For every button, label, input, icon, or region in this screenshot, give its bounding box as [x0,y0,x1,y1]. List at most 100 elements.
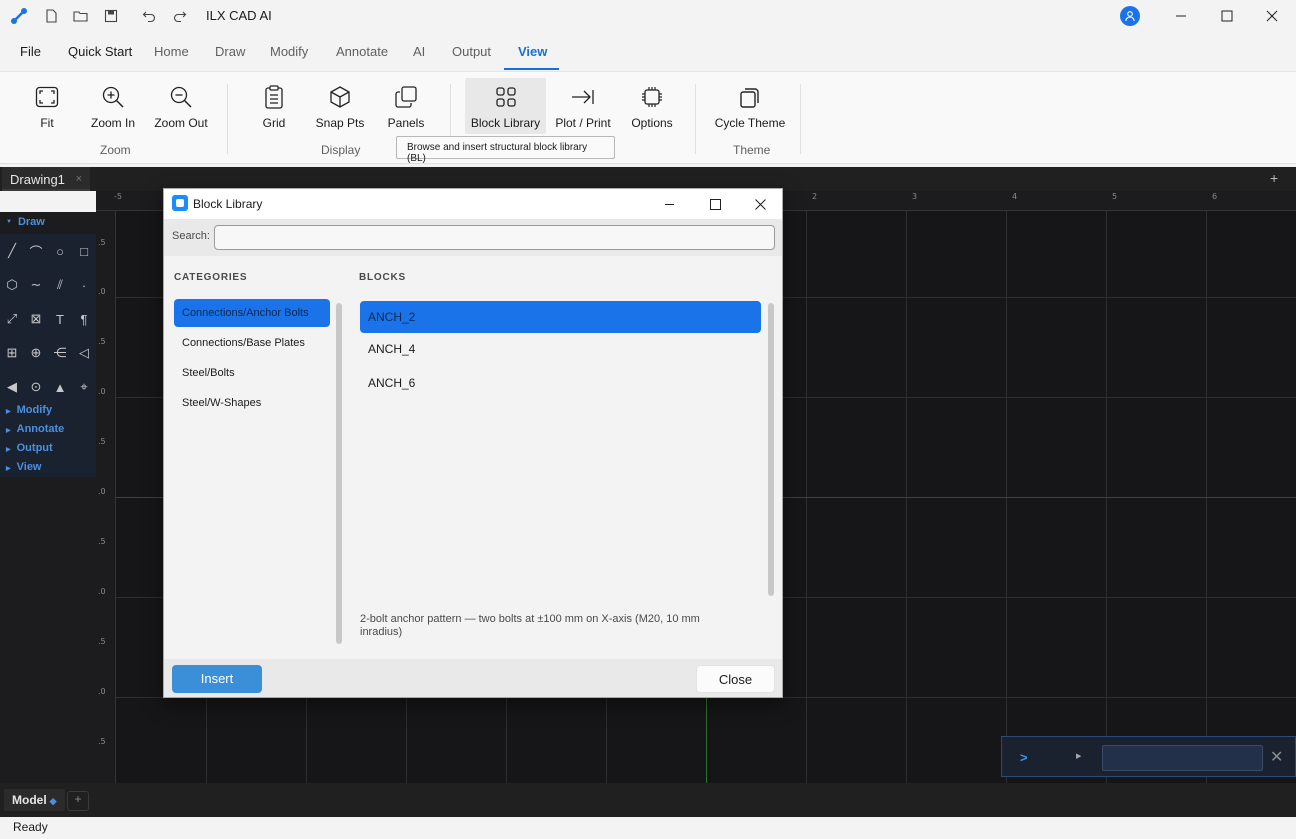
insert-button[interactable]: Insert [172,665,262,693]
status-bar: Ready [0,817,1296,839]
palette-section-draw[interactable]: ▼ Draw [6,216,45,228]
menu-annotate[interactable]: Annotate [336,44,388,59]
table-tool-icon[interactable]: ⊞ [0,336,24,370]
maximize-icon[interactable] [1210,4,1244,28]
save-icon[interactable] [101,6,121,26]
app-logo-icon [9,6,29,26]
ruler-tick-label: .5 [98,537,106,546]
search-input[interactable] [214,225,775,250]
undo-icon[interactable] [139,6,159,26]
command-input[interactable] [1102,745,1263,771]
fit-button[interactable]: Fit [26,78,68,134]
zoom-out-button[interactable]: Zoom Out [152,78,210,134]
boundary-tool-icon[interactable]: ⊠ [24,302,48,336]
palette-modify-label: Modify [16,404,53,416]
new-file-icon[interactable] [41,6,61,26]
polygon-tool-icon[interactable]: ⬡ [0,268,24,302]
target-tool-icon[interactable]: ⌖ [72,370,96,404]
circle-tool-icon[interactable]: ○ [48,234,72,268]
tab-drawing1-label: Drawing1 [10,172,65,187]
ruler-tick-label: .5 [98,337,106,346]
ribbon: Fit Zoom In Zoom Out Zoom Grid Snap Pts … [0,71,1296,164]
close-button[interactable]: Close [696,665,775,693]
ribbon-separator [695,84,696,154]
center-mark-tool-icon[interactable]: ⊕ [24,336,48,370]
tab-model[interactable]: Model ◆ [4,789,65,811]
category-item[interactable]: Connections/Base Plates [174,329,330,357]
dialog-maximize-icon[interactable] [700,192,730,216]
title-bar: ILX CAD AI [0,0,1296,32]
redo-icon[interactable] [170,6,190,26]
dialog-minimize-icon[interactable] [654,192,684,216]
theme-group-label: Theme [733,143,771,157]
grid-clipboard-icon [261,84,287,110]
menu-output[interactable]: Output [452,44,491,59]
command-prompt: > [1020,750,1028,765]
menu-file[interactable]: File [20,44,41,59]
snap-cube-icon [327,84,353,110]
blocks-header: BLOCKS [359,272,407,283]
solid-tool-icon[interactable]: ▲ [48,370,72,404]
ruler-tick-label: .5 [98,737,106,746]
blocks-scrollbar[interactable] [768,303,774,596]
line-tool-icon[interactable]: ╱ [0,234,24,268]
category-item[interactable]: Steel/W-Shapes [174,389,330,417]
menu-ai[interactable]: AI [413,44,425,59]
category-item[interactable]: Steel/Bolts [174,359,330,387]
options-button[interactable]: Options [629,78,675,134]
ribbon-separator [227,84,228,154]
donut-tool-icon[interactable]: ⊙ [24,370,48,404]
user-avatar-icon[interactable] [1120,6,1140,26]
command-close-icon[interactable]: ✕ [1270,747,1283,767]
category-scrollbar[interactable] [336,303,342,644]
menu-home[interactable]: Home [154,44,189,59]
palette-section-output[interactable]: ▶ Output [0,439,96,458]
category-item[interactable]: Connections/Anchor Bolts [174,299,330,327]
menu-draw[interactable]: Draw [215,44,245,59]
cycle-theme-button[interactable]: Cycle Theme [715,78,785,134]
block-library-button[interactable]: Block Library [465,78,546,134]
dimension-tool-icon[interactable]: ⤢ [0,302,24,336]
ribbon-separator [800,84,801,154]
text-tool-icon[interactable]: T [48,302,72,336]
zoom-in-button[interactable]: Zoom In [88,78,138,134]
block-item[interactable]: ANCH_6 [360,367,761,399]
open-folder-icon[interactable] [71,6,91,26]
menu-modify[interactable]: Modify [270,44,308,59]
menu-view[interactable]: View [518,44,547,59]
palette-section-annotate[interactable]: ▶ Annotate [0,420,96,439]
new-tab-button[interactable]: + [1270,170,1278,186]
hatch-tool-icon[interactable]: ⫽ [48,268,72,302]
block-description: 2-bolt anchor pattern — two bolts at ±10… [360,613,700,638]
tab-drawing1[interactable]: Drawing1 × [2,167,90,191]
palette-section-modify[interactable]: ▶ Modify [0,401,96,420]
dialog-close-icon[interactable] [745,192,775,216]
expand-caret-icon: ▼ [6,219,12,226]
command-history-caret-icon[interactable]: ▶ [1076,752,1081,760]
tab-close-icon[interactable]: × [76,173,82,185]
rectangle-tool-icon[interactable]: □ [72,234,96,268]
menu-quick-start[interactable]: Quick Start [68,44,132,59]
leader-tool-icon[interactable]: ⋲ [48,336,72,370]
filled-wedge-tool-icon[interactable]: ◀ [0,370,24,404]
add-layout-button[interactable]: + [67,791,89,811]
mtext-tool-icon[interactable]: ¶ [72,302,96,336]
point-tool-icon[interactable]: · [72,268,96,302]
block-item[interactable]: ANCH_4 [360,333,761,365]
ruler-tick-label: .0 [98,687,106,696]
block-item[interactable]: ANCH_2 [360,301,761,333]
palette-section-view[interactable]: ▶ View [0,458,96,477]
dialog-title: Block Library [193,197,263,211]
ruler-tick-label: 4 [1012,192,1018,201]
wedge-tool-icon[interactable]: ◁ [72,336,96,370]
ruler-tick-label: 6 [1212,192,1218,201]
panels-button[interactable]: Panels [386,78,426,134]
grid-button[interactable]: Grid [258,78,290,134]
spline-tool-icon[interactable]: ∼ [24,268,48,302]
snap-points-button[interactable]: Snap Pts [316,78,364,134]
arc-tool-icon[interactable]: ⌒ [24,234,48,268]
close-window-icon[interactable] [1255,4,1289,28]
zoom-group-label: Zoom [100,143,131,157]
plot-print-button[interactable]: Plot / Print [554,78,612,134]
minimize-icon[interactable] [1164,4,1198,28]
